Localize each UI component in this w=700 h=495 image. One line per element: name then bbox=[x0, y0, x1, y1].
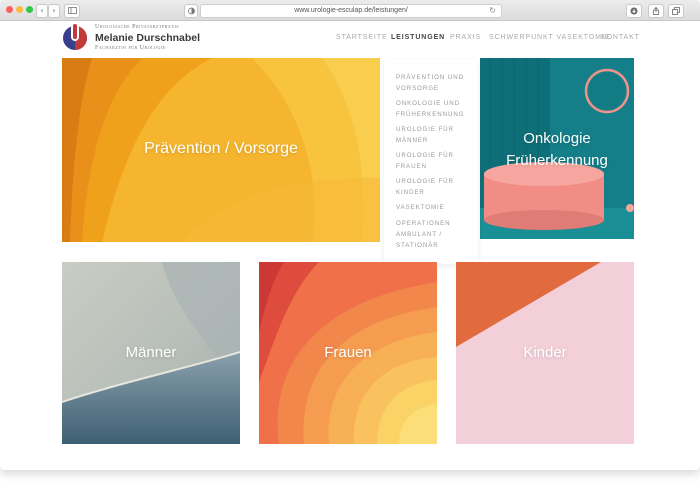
browser-toolbar: ‹ › www.urologie-esculap.de/leistungen/ … bbox=[0, 0, 700, 21]
maximize-window-button[interactable] bbox=[26, 6, 33, 13]
chevron-left-icon: ‹ bbox=[40, 6, 44, 15]
back-button[interactable]: ‹ bbox=[36, 4, 48, 18]
share-icon bbox=[653, 6, 659, 15]
dropdown-item-line: FRAUEN bbox=[396, 163, 427, 170]
dropdown-item-maenner[interactable]: UROLOGIE FÜR MÄNNER bbox=[396, 124, 474, 146]
nav-leistungen[interactable]: LEISTUNGEN bbox=[391, 34, 445, 41]
dropdown-item-line: KINDER bbox=[396, 189, 425, 196]
share-button[interactable] bbox=[648, 4, 664, 18]
tabs-button[interactable] bbox=[668, 4, 684, 18]
close-window-button[interactable] bbox=[6, 6, 13, 13]
brand-name[interactable]: Melanie Durschnabel bbox=[95, 32, 200, 44]
url-text: www.urologie-esculap.de/leistungen/ bbox=[294, 7, 408, 14]
tile-maenner[interactable]: Männer bbox=[62, 262, 240, 444]
dropdown-item-vasektomie[interactable]: VASEKTOMIE bbox=[396, 202, 474, 213]
chevron-right-icon: › bbox=[52, 6, 56, 15]
tabs-icon bbox=[672, 7, 680, 15]
nav-kontakt[interactable]: KONTAKT bbox=[601, 34, 640, 41]
dropdown-item-frauen[interactable]: UROLOGIE FÜR FRAUEN bbox=[396, 150, 474, 172]
dropdown-item-line: AMBULANT / bbox=[396, 231, 443, 238]
dropdown-item-line: FRÜHERKENNUNG bbox=[396, 111, 465, 118]
forward-button[interactable]: › bbox=[48, 4, 60, 18]
sidebar-icon bbox=[67, 7, 77, 14]
dropdown-item-operationen[interactable]: OPERATIONEN AMBULANT / STATIONÄR bbox=[396, 218, 474, 251]
tile-maenner-label: Männer bbox=[125, 344, 177, 361]
dropdown-item-line: UROLOGIE FÜR bbox=[396, 152, 454, 159]
privacy-button[interactable] bbox=[184, 4, 198, 18]
dropdown-item-kinder[interactable]: UROLOGIE FÜR KINDER bbox=[396, 176, 474, 198]
browser-window: ‹ › www.urologie-esculap.de/leistungen/ … bbox=[0, 0, 700, 470]
dropdown-item-line: VASEKTOMIE bbox=[396, 204, 445, 211]
address-bar[interactable]: www.urologie-esculap.de/leistungen/ ↻ bbox=[200, 4, 502, 18]
tile-frauen[interactable]: Frauen bbox=[259, 262, 437, 444]
brand-subtitle: Fachärztin für Urologie bbox=[95, 45, 166, 51]
dropdown-item-praevention[interactable]: PRÄVENTION UND VORSORGE bbox=[396, 72, 474, 94]
download-icon bbox=[630, 7, 638, 15]
nav-praxis[interactable]: PRAXIS bbox=[450, 34, 481, 41]
brand-tagline: Urologische Privatarztpraxis bbox=[95, 24, 180, 30]
nav-startseite[interactable]: STARTSEITE bbox=[336, 34, 388, 41]
minimize-window-button[interactable] bbox=[16, 6, 23, 13]
sidebar-button[interactable] bbox=[64, 4, 80, 18]
tile-praevention-label: Prävention / Vorsorge bbox=[144, 140, 298, 157]
dropdown-item-line: ONKOLOGIE UND bbox=[396, 100, 460, 107]
tile-onkologie-label: Onkologie Früherkennung bbox=[480, 128, 634, 172]
tile-onkologie[interactable]: Onkologie Früherkennung bbox=[480, 58, 634, 239]
dropdown-item-line: MÄNNER bbox=[396, 137, 429, 144]
tile-kinder[interactable]: Kinder bbox=[456, 262, 634, 444]
dropdown-item-line: UROLOGIE FÜR bbox=[396, 178, 454, 185]
tile-frauen-label: Frauen bbox=[324, 344, 372, 361]
dropdown-item-line: PRÄVENTION UND bbox=[396, 74, 464, 81]
tile-kinder-label: Kinder bbox=[523, 344, 567, 361]
shield-icon bbox=[187, 7, 195, 15]
dropdown-item-line: UROLOGIE FÜR bbox=[396, 126, 454, 133]
logo-icon[interactable] bbox=[62, 22, 88, 52]
nav-schwerpunkt-vasektomie[interactable]: SCHWERPUNKT VASEKTOMIE bbox=[489, 34, 610, 41]
downloads-button[interactable] bbox=[626, 4, 642, 18]
dropdown-item-onkologie[interactable]: ONKOLOGIE UND FRÜHERKENNUNG bbox=[396, 98, 474, 120]
tile-onkologie-label-line2: Früherkennung bbox=[506, 152, 608, 169]
tile-onkologie-label-line1: Onkologie bbox=[523, 130, 591, 147]
tile-praevention[interactable]: Prävention / Vorsorge bbox=[62, 58, 380, 242]
leistungen-dropdown-menu: PRÄVENTION UND VORSORGE ONKOLOGIE UND FR… bbox=[384, 60, 478, 264]
dropdown-item-line: STATIONÄR bbox=[396, 242, 439, 249]
dropdown-item-line: OPERATIONEN bbox=[396, 220, 451, 227]
reload-icon[interactable]: ↻ bbox=[489, 5, 496, 17]
dropdown-item-line: VORSORGE bbox=[396, 85, 439, 92]
